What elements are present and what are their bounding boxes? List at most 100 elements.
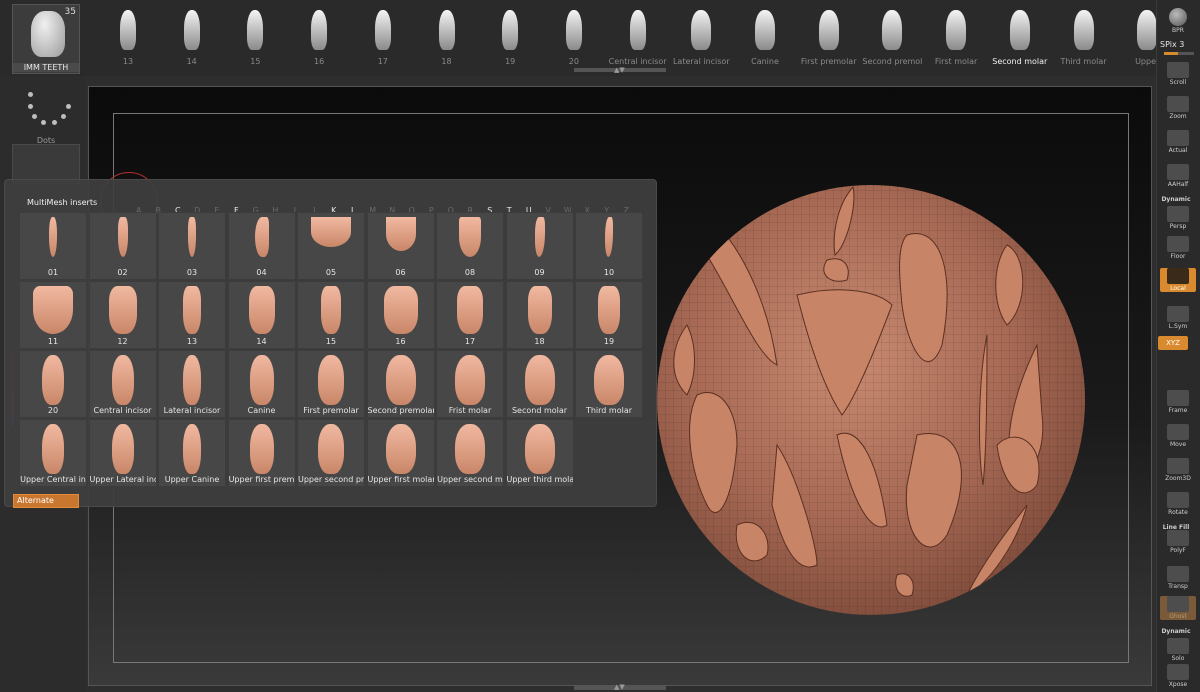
spix-slider[interactable] xyxy=(1164,52,1194,55)
toolbar-button-label: Scroll xyxy=(1169,79,1187,86)
shelf-insert-item[interactable]: Second premolar xyxy=(862,6,922,72)
multimesh-insert-item[interactable]: 02 xyxy=(88,212,157,280)
multimesh-insert-item[interactable]: 15 xyxy=(297,281,365,349)
multimesh-insert-item[interactable]: 06 xyxy=(366,212,435,280)
imm-teeth-tile[interactable]: 35 IMM TEETH xyxy=(12,4,80,74)
shelf-insert-item[interactable]: 13 xyxy=(98,6,158,72)
multimesh-insert-item[interactable]: 14 xyxy=(227,281,296,349)
local-icon xyxy=(1167,268,1189,284)
multimesh-insert-item[interactable]: First premolar xyxy=(297,350,365,418)
scroll-button[interactable]: Scroll xyxy=(1160,62,1196,86)
multimesh-insert-item[interactable]: 09 xyxy=(505,212,574,280)
actual-button[interactable]: Actual xyxy=(1160,130,1196,154)
multimesh-insert-item[interactable]: 13 xyxy=(158,281,226,349)
toolbar-button-label: Move xyxy=(1169,441,1187,448)
shelf-item-label: 19 xyxy=(505,57,516,66)
multimesh-insert-item[interactable]: Upper third mola xyxy=(505,419,574,487)
multimesh-insert-item[interactable]: Upper Canine xyxy=(158,419,226,487)
dots-brush-tile[interactable]: Dots xyxy=(12,80,80,145)
shelf-expand-icon[interactable]: ▲▼ xyxy=(614,66,625,74)
zoom-button[interactable]: Zoom xyxy=(1160,96,1196,120)
xyz-button[interactable]: XYZ xyxy=(1158,336,1188,350)
move-button[interactable]: Move xyxy=(1160,424,1196,448)
shelf-insert-item[interactable]: First premolar xyxy=(799,6,859,72)
frame-button[interactable]: Frame xyxy=(1160,390,1196,414)
tooth-icon xyxy=(321,286,341,334)
alternate-button[interactable]: Alternate xyxy=(13,494,79,508)
xpose-button[interactable]: Xpose xyxy=(1160,664,1196,688)
multimesh-insert-item[interactable]: Second premolar xyxy=(366,350,435,418)
toolbar-button-label: Rotate xyxy=(1168,509,1188,516)
multimesh-insert-item[interactable]: Upper second m xyxy=(436,419,504,487)
material-tile[interactable] xyxy=(12,144,80,184)
multimesh-insert-item[interactable]: 08 xyxy=(436,212,504,280)
spix-slider-label[interactable]: SPix 3 xyxy=(1160,40,1184,49)
shelf-insert-item[interactable]: 15 xyxy=(225,6,285,72)
multimesh-insert-item[interactable]: Upper Lateral inc xyxy=(88,419,157,487)
shelf-insert-item[interactable]: Central incisor xyxy=(608,6,668,72)
tooth-icon xyxy=(818,10,839,50)
multimesh-insert-item[interactable]: Third molar xyxy=(575,350,643,418)
persp-button[interactable]: Persp xyxy=(1160,206,1196,230)
bpr-button[interactable]: BPR xyxy=(1160,8,1196,36)
shelf-insert-item[interactable]: 18 xyxy=(417,6,477,72)
shelf-insert-item[interactable]: 14 xyxy=(162,6,222,72)
teeth-sphere-model[interactable] xyxy=(657,185,1085,615)
aahalf-button[interactable]: AAHalf xyxy=(1160,164,1196,188)
shelf-insert-item[interactable]: 19 xyxy=(480,6,540,72)
shelf-insert-item[interactable]: Lateral incisor xyxy=(671,6,731,72)
shelf-insert-item[interactable]: Canine xyxy=(735,6,795,72)
multimesh-insert-item[interactable]: 04 xyxy=(227,212,296,280)
shelf-insert-item[interactable]: Third molar xyxy=(1054,6,1114,72)
multimesh-insert-item[interactable]: 19 xyxy=(575,281,643,349)
solo-button[interactable]: Solo xyxy=(1160,638,1196,662)
zoom3d-button[interactable]: Zoom3D xyxy=(1160,458,1196,482)
tooth-icon xyxy=(605,217,613,257)
multimesh-insert-item[interactable]: Upper first molar xyxy=(366,419,435,487)
insert-label: 14 xyxy=(256,337,267,346)
multimesh-insert-item[interactable]: 01 xyxy=(19,212,87,280)
multimesh-insert-item[interactable]: Upper first prem xyxy=(227,419,296,487)
insert-label: 06 xyxy=(395,268,406,277)
local-button[interactable]: Local xyxy=(1160,268,1196,292)
multimesh-insert-item[interactable]: 20 xyxy=(19,350,87,418)
tooth-icon xyxy=(49,217,57,257)
solo-icon xyxy=(1167,638,1189,654)
insert-label: 01 xyxy=(47,268,59,277)
multimesh-insert-item[interactable]: Canine xyxy=(227,350,296,418)
shelf-insert-item[interactable]: 20 xyxy=(544,6,604,72)
tooth-icon xyxy=(598,286,620,334)
tooth-icon xyxy=(1137,10,1158,50)
polyf-button[interactable]: PolyF xyxy=(1160,530,1196,554)
multimesh-insert-item[interactable]: Second molar xyxy=(505,350,574,418)
bottom-expand-icon[interactable]: ▲▼ xyxy=(614,683,625,691)
transp-button[interactable]: Transp xyxy=(1160,566,1196,590)
multimesh-insert-item[interactable]: 03 xyxy=(158,212,226,280)
tooth-icon xyxy=(455,355,485,405)
multimesh-insert-item[interactable]: Upper Central in xyxy=(19,419,87,487)
shelf-insert-item[interactable]: 17 xyxy=(353,6,413,72)
multimesh-insert-item[interactable]: 17 xyxy=(436,281,504,349)
multimesh-insert-item[interactable]: Upper second pr xyxy=(297,419,365,487)
floor-icon xyxy=(1167,236,1189,252)
floor-button[interactable]: Floor xyxy=(1160,236,1196,260)
toolbar-button-label: Transp xyxy=(1168,583,1188,590)
multimesh-insert-item[interactable]: 05 xyxy=(297,212,365,280)
zbrush-window: 35 IMM TEETH 13 14 15 16 17 18 19 20 Central inc… xyxy=(0,0,1200,692)
shelf-insert-item[interactable]: 16 xyxy=(289,6,349,72)
shelf-insert-item[interactable]: First molar xyxy=(926,6,986,72)
multimesh-insert-item[interactable]: 11 xyxy=(19,281,87,349)
shelf-insert-item[interactable]: Second molar xyxy=(990,6,1050,72)
tooth-icon xyxy=(755,10,775,50)
multimesh-insert-item[interactable]: 16 xyxy=(366,281,435,349)
multimesh-insert-item[interactable]: 18 xyxy=(505,281,574,349)
lsym-button[interactable]: L.Sym xyxy=(1160,306,1196,330)
tooth-icon xyxy=(254,217,269,257)
rotate-button[interactable]: Rotate xyxy=(1160,492,1196,516)
multimesh-insert-item[interactable]: Lateral incisor xyxy=(158,350,226,418)
multimesh-insert-item[interactable]: Frist molar xyxy=(436,350,504,418)
multimesh-insert-item[interactable]: Central incisor xyxy=(88,350,157,418)
multimesh-insert-item[interactable]: 12 xyxy=(88,281,157,349)
ghost-button[interactable]: Ghost xyxy=(1160,596,1196,620)
multimesh-insert-item[interactable]: 10 xyxy=(575,212,643,280)
